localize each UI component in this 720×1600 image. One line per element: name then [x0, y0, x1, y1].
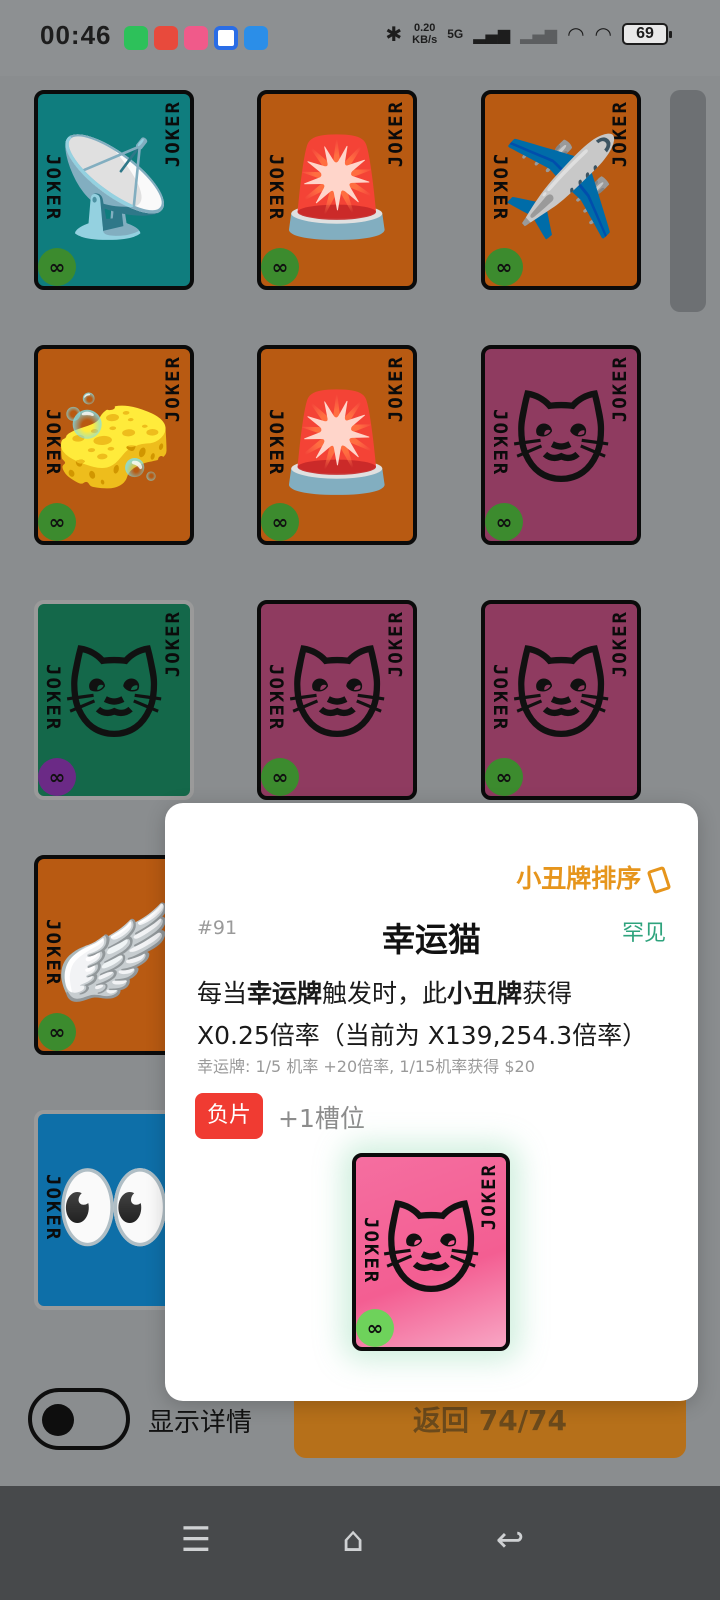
joker-card[interactable]: JOKER JOKER 🚨 ∞: [257, 90, 417, 290]
back-icon[interactable]: ↩: [480, 1520, 540, 1560]
signal-weak-icon: ▂▄▆: [520, 24, 558, 44]
show-details-toggle[interactable]: [28, 1388, 130, 1450]
joker-card[interactable]: JOKER JOKER 🚨 ∞: [257, 345, 417, 545]
card-art-icon: 🐱: [286, 641, 388, 753]
status-bar: 00:46 ✱ 0.20 KB/s 5G ▂▄▆ ▂▄▆ ◠ ◠ 69: [0, 0, 720, 76]
show-details-label: 显示详情: [148, 1408, 253, 1438]
scrollbar[interactable]: [670, 90, 706, 312]
infinity-badge: ∞: [261, 248, 299, 286]
card-art-icon: 🐱: [63, 641, 165, 753]
infinity-badge: ∞: [356, 1309, 394, 1347]
wifi-icon-2: ◠: [594, 22, 612, 46]
slot-bonus: +1槽位: [278, 1104, 365, 1133]
wifi-icon: ◠: [567, 22, 585, 46]
card-icon: [646, 865, 672, 895]
joker-card[interactable]: JOKER JOKER 🐱 ∞: [481, 600, 641, 800]
infinity-badge: ∞: [38, 758, 76, 796]
joker-card[interactable]: JOKER JOKER 🧽 ∞: [34, 345, 194, 545]
app-icon-3: [214, 26, 238, 50]
signal-icon: ▂▄▆: [473, 24, 511, 44]
sort-jokers-link[interactable]: 小丑牌排序: [516, 859, 672, 895]
card-art-icon: 🐱: [510, 386, 612, 498]
joker-detail-panel: 小丑牌排序 #91 幸运猫 罕见 每当幸运牌触发时，此小丑牌获得 X0.25倍率…: [165, 803, 698, 1401]
joker-title: 幸运猫: [382, 920, 481, 959]
infinity-badge: ∞: [38, 248, 76, 286]
card-art-icon: 🚨: [277, 131, 397, 243]
infinity-badge: ∞: [485, 503, 523, 541]
card-art-icon: 🚨: [277, 386, 397, 498]
home-icon[interactable]: ⌂: [323, 1520, 383, 1560]
infinity-badge: ∞: [261, 503, 299, 541]
joker-card-preview: JOKER JOKER 🐱 ∞: [352, 1153, 510, 1351]
card-art-icon: 📡: [54, 131, 174, 243]
app-icon-1: [154, 26, 178, 50]
joker-description: 每当幸运牌触发时，此小丑牌获得 X0.25倍率（当前为 X139,254.3倍率…: [197, 979, 648, 1050]
bluetooth-icon: ✱: [385, 22, 403, 46]
joker-card[interactable]: JOKER JOKER 🐱 ∞: [257, 600, 417, 800]
infinity-badge: ∞: [38, 1013, 76, 1051]
card-art-icon: ✈️: [501, 131, 621, 243]
system-nav-bar: ☰ ⌂ ↩: [0, 1486, 720, 1600]
joker-card[interactable]: JOKER JOKER ✈️ ∞: [481, 90, 641, 290]
joker-card[interactable]: JOKER JOKER 🐱 ∞: [481, 345, 641, 545]
toggle-knob: [42, 1404, 74, 1436]
infinity-badge: ∞: [485, 758, 523, 796]
card-art-icon: 🧽: [54, 386, 174, 498]
network-label: 5G: [447, 27, 464, 41]
lucky-card-note: 幸运牌: 1/5 机率 +20倍率, 1/15机率获得 $20: [197, 1057, 535, 1076]
joker-card[interactable]: JOKER JOKER 📡 ∞: [34, 90, 194, 290]
infinity-badge: ∞: [38, 503, 76, 541]
infinity-badge: ∞: [261, 758, 299, 796]
cat-icon: 🐱: [380, 1196, 482, 1308]
clock: 00:46: [40, 20, 112, 50]
joker-card[interactable]: JOKER JOKER 🐱 ∞: [34, 600, 194, 800]
rarity-label: 罕见: [621, 921, 666, 946]
net-speed: 0.20 KB/s: [412, 22, 438, 46]
battery-indicator: 69: [622, 23, 672, 45]
sort-link-label: 小丑牌排序: [516, 864, 642, 893]
app-icon-2: [184, 26, 208, 50]
infinity-badge: ∞: [485, 248, 523, 286]
card-art-icon: 🐱: [510, 641, 612, 753]
negative-edition-badge: 负片: [195, 1093, 263, 1139]
menu-icon[interactable]: ☰: [166, 1520, 226, 1560]
wechat-icon: [124, 26, 148, 50]
app-icon-4: [244, 26, 268, 50]
